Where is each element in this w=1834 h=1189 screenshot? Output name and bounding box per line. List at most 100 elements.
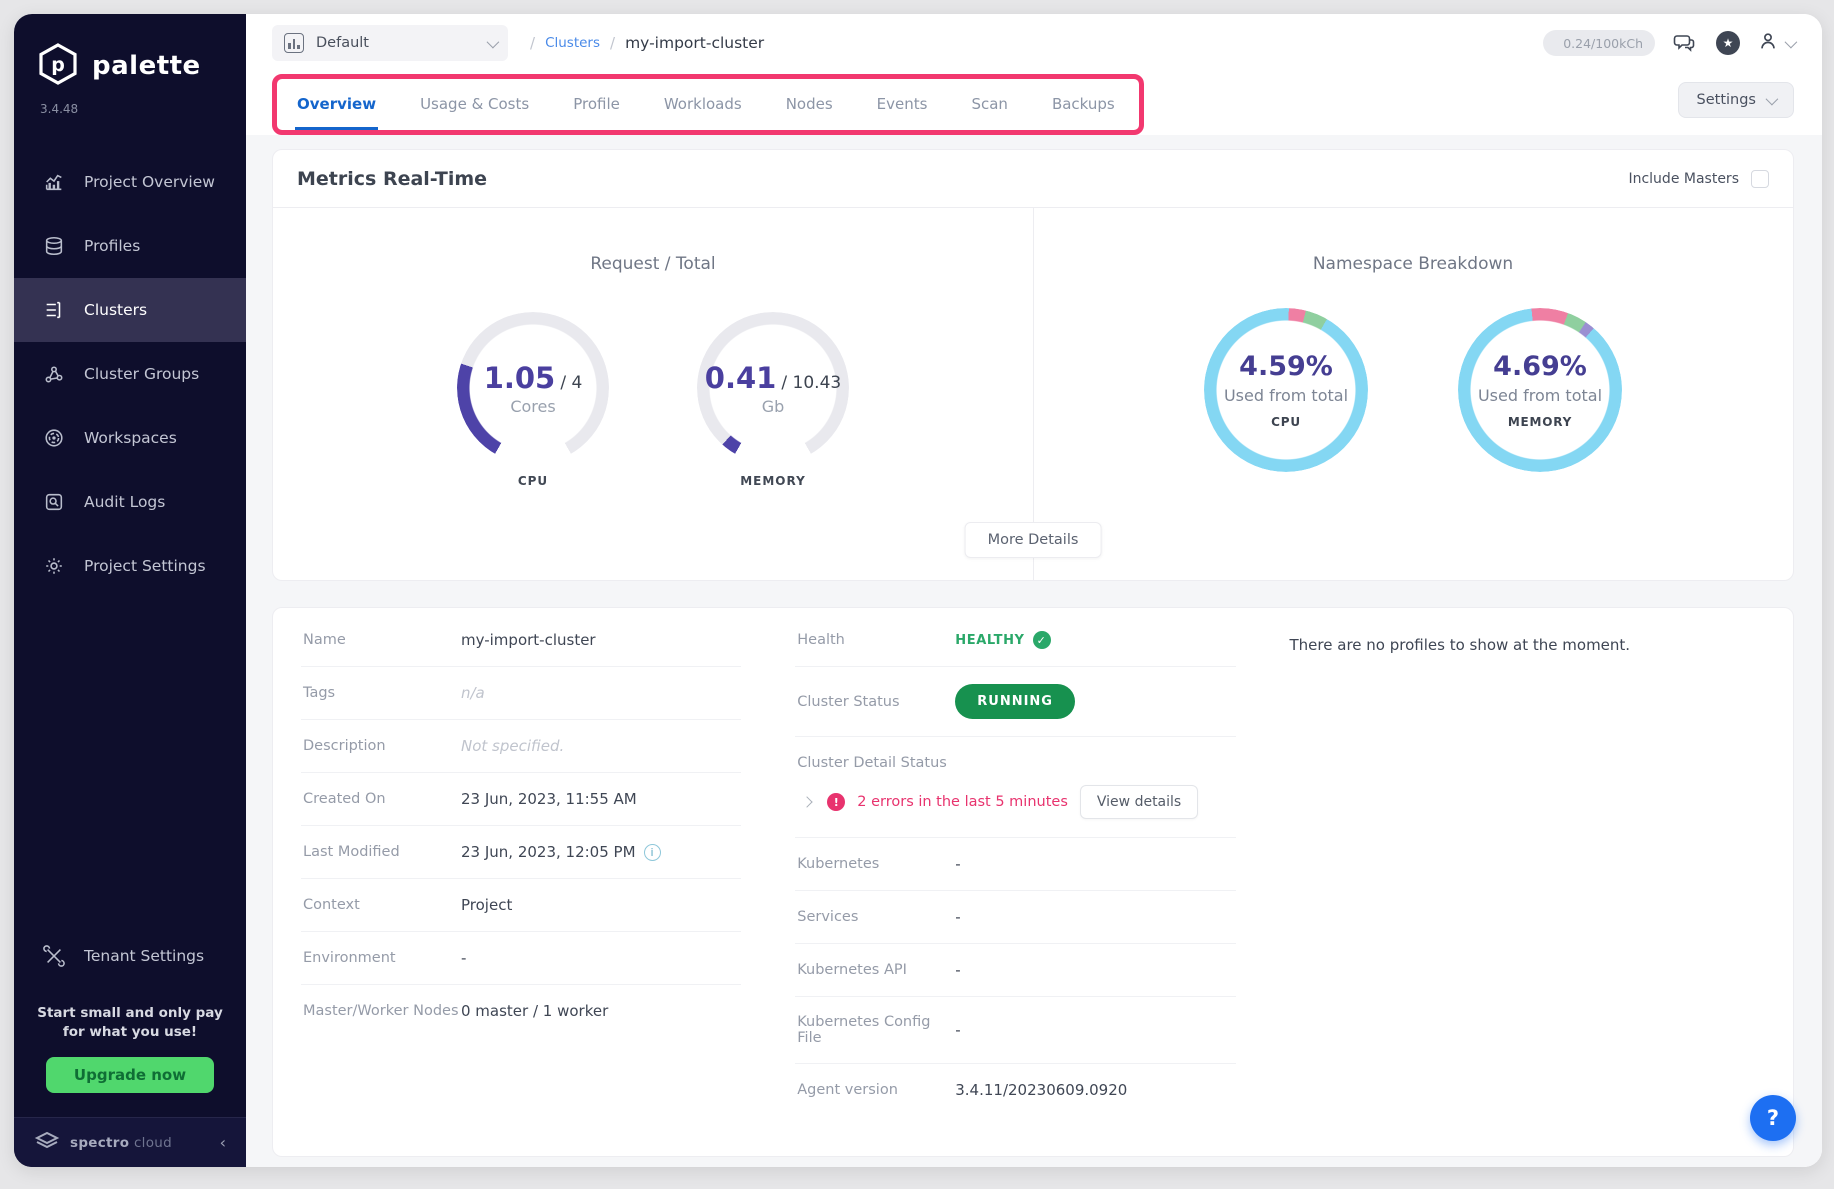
footer-brand: spectro cloud [70, 1135, 210, 1151]
expand-chevron-icon[interactable] [802, 796, 813, 807]
tab-overview[interactable]: Overview [295, 83, 378, 130]
chart-bars-icon [42, 170, 66, 194]
detail-value: - [955, 1021, 960, 1039]
detail-label: Name [303, 632, 461, 648]
tab-backups[interactable]: Backups [1050, 83, 1117, 130]
detail-value: - [461, 949, 466, 967]
donut-label: Used from total [1224, 386, 1348, 405]
project-selector[interactable]: Default [272, 25, 508, 61]
status-row-agent-version: Agent version3.4.11/20230609.0920 [795, 1064, 1235, 1116]
check-icon: ✓ [1033, 631, 1051, 649]
metrics-card: Metrics Real-Time Include Masters Reques… [272, 149, 1794, 581]
breadcrumb: / Clusters / my-import-cluster [530, 34, 764, 52]
detail-row-name: Namemy-import-cluster [301, 614, 741, 667]
sidebar-item-label: Workspaces [84, 429, 177, 447]
sidebar-item-audit-logs[interactable]: Audit Logs [14, 470, 246, 534]
tab-profile[interactable]: Profile [571, 83, 622, 130]
donut-percent: 4.59% [1239, 351, 1333, 382]
settings-button[interactable]: Settings [1678, 82, 1794, 118]
detail-value: 0 master / 1 worker [461, 1002, 608, 1020]
gauge-value: 1.05 / 4 [484, 361, 583, 395]
sidebar-item-clusters[interactable]: Clusters [14, 278, 246, 342]
cluster-status-badge: RUNNING [955, 684, 1075, 719]
detail-value: my-import-cluster [461, 631, 596, 649]
error-message: 2 errors in the last 5 minutes [857, 794, 1068, 810]
more-details-button[interactable]: More Details [965, 522, 1102, 558]
brand-name: palette [92, 51, 201, 81]
info-icon[interactable]: i [644, 844, 661, 861]
tab-nodes[interactable]: Nodes [784, 83, 835, 130]
gauge-ring: 1.05 / 4Cores [457, 312, 609, 464]
upgrade-now-button[interactable]: Upgrade now [46, 1057, 214, 1093]
detail-row-environment: Environment- [301, 932, 741, 985]
detail-value: 23 Jun, 2023, 11:55 AM [461, 790, 637, 808]
detail-label: Context [303, 897, 461, 913]
detail-value: 3.4.11/20230609.0920 [955, 1081, 1127, 1099]
detail-row-context: ContextProject [301, 879, 741, 932]
gear-icon [42, 554, 66, 578]
detail-value: n/a [461, 684, 485, 702]
status-row-kubernetes-api: Kubernetes API- [795, 944, 1235, 997]
sidebar-item-cluster-groups[interactable]: Cluster Groups [14, 342, 246, 406]
tab-scan[interactable]: Scan [969, 83, 1009, 130]
detail-value: Not specified. [461, 737, 564, 755]
sidebar-item-project-overview[interactable]: Project Overview [14, 150, 246, 214]
cluster-status-column: Health HEALTHY ✓ Cluster Status RUNNING … [795, 614, 1235, 1116]
collapse-sidebar-icon[interactable]: ‹ [220, 1133, 226, 1152]
sidebar-item-project-settings[interactable]: Project Settings [14, 534, 246, 598]
profiles-column: There are no profiles to show at the mom… [1290, 614, 1765, 1116]
sidebar-item-tenant-settings[interactable]: Tenant Settings [14, 924, 246, 988]
detail-row-last-modified: Last Modified23 Jun, 2023, 12:05 PMi [301, 826, 741, 879]
sidebar-item-profiles[interactable]: Profiles [14, 214, 246, 278]
user-menu[interactable] [1757, 30, 1794, 56]
sidebar-item-label: Clusters [84, 301, 147, 319]
chat-icon[interactable] [1669, 28, 1699, 58]
tab-usage-costs[interactable]: Usage & Costs [418, 83, 531, 130]
svg-text:p: p [51, 54, 65, 76]
chevron-down-icon [1766, 92, 1779, 105]
help-button[interactable]: ? [1750, 1095, 1796, 1141]
cluster-detail-status-label: Cluster Detail Status [795, 737, 1235, 775]
tab-events[interactable]: Events [875, 83, 930, 130]
tools-icon [42, 944, 66, 968]
breadcrumb-link-clusters[interactable]: Clusters [545, 35, 600, 51]
view-details-button[interactable]: View details [1080, 785, 1198, 819]
whats-new-icon[interactable]: ★ [1713, 28, 1743, 58]
detail-value: - [955, 855, 960, 873]
cluster-status-label: Cluster Status [797, 694, 955, 710]
sidebar-item-label: Project Settings [84, 557, 206, 575]
sidebar-item-label: Profiles [84, 237, 140, 255]
app-window: p palette 3.4.48 Project Overview Profile… [14, 14, 1822, 1167]
detail-value: Project [461, 896, 512, 914]
detail-value: - [955, 908, 960, 926]
donut-memory: 4.69%Used from totalMEMORY [1458, 308, 1622, 472]
palette-logo-icon: p [36, 42, 80, 90]
tab-workloads[interactable]: Workloads [662, 83, 744, 130]
detail-row-tags: Tagsn/a [301, 667, 741, 720]
chevron-down-icon [487, 35, 500, 48]
detail-label: Services [797, 909, 955, 925]
cluster-info-column: Namemy-import-clusterTagsn/aDescriptionN… [301, 614, 741, 1116]
detail-label: Environment [303, 950, 461, 966]
project-selector-value: Default [316, 35, 475, 51]
gauge-value: 0.41 / 10.43 [705, 361, 841, 395]
include-masters-label: Include Masters [1628, 171, 1739, 187]
include-masters-checkbox[interactable] [1751, 170, 1769, 188]
sidebar-item-label: Cluster Groups [84, 365, 199, 383]
sidebar-item-label: Tenant Settings [84, 947, 204, 965]
gauge-unit: Gb [762, 397, 785, 416]
breadcrumb-separator: / [530, 34, 535, 52]
version-label: 3.4.48 [14, 94, 246, 116]
error-icon: ! [827, 793, 845, 811]
detail-label: Kubernetes Config File [797, 1014, 955, 1046]
tab-row: Overview Usage & Costs Profile Workloads Nod… [246, 72, 1822, 135]
namespace-breakdown-title: Namespace Breakdown [1313, 254, 1513, 274]
detail-label: Master/Worker Nodes [303, 1003, 461, 1019]
status-row-kubernetes-config-file: Kubernetes Config File- [795, 997, 1235, 1064]
topbar: Default / Clusters / my-import-cluster 0… [246, 14, 1822, 72]
donut-value-block: 4.69%Used from totalMEMORY [1458, 308, 1622, 472]
sidebar-item-workspaces[interactable]: Workspaces [14, 406, 246, 470]
gauge-value-block: 1.05 / 4Cores [457, 312, 609, 464]
request-total-title: Request / Total [590, 254, 715, 274]
breadcrumb-separator: / [610, 34, 615, 52]
